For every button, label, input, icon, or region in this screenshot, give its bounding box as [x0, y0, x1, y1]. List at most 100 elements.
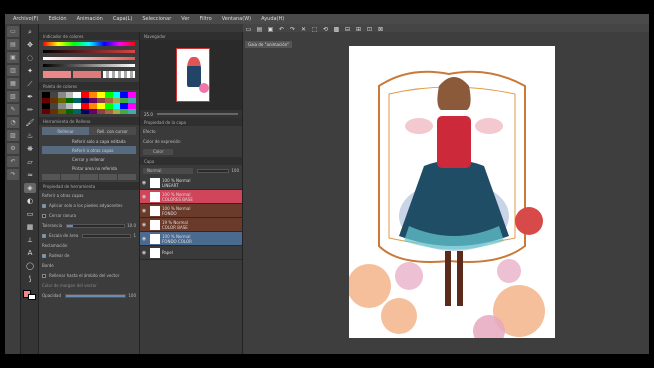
layer-row[interactable]: ◉ 100 % Normal FONDO COLOR — [140, 232, 242, 246]
menu-item[interactable]: Ayuda(H) — [256, 16, 289, 22]
color-swatch[interactable] — [81, 108, 89, 114]
grid-icon[interactable]: ▦ — [7, 78, 19, 89]
color-swatch[interactable] — [89, 108, 97, 114]
new-icon[interactable]: ▭ — [7, 26, 19, 37]
slider-g[interactable] — [43, 57, 135, 60]
color-swatch[interactable] — [120, 108, 129, 114]
eye-icon[interactable]: ◉ — [140, 222, 148, 228]
gradient-tool-icon[interactable]: ◐ — [24, 196, 36, 206]
menu-item[interactable]: Capa(L) — [108, 16, 137, 22]
canvas-paper[interactable] — [349, 46, 555, 338]
fill-option[interactable]: Referir a otras capas — [42, 146, 136, 154]
settings-icon[interactable]: ⚙ — [7, 143, 19, 154]
color-swatch[interactable] — [96, 108, 105, 114]
lasso-tool-icon[interactable]: ◌ — [24, 53, 36, 63]
color-set[interactable] — [42, 92, 136, 114]
menu-item[interactable]: Ver — [176, 16, 194, 22]
balloon-tool-icon[interactable]: ◯ — [24, 261, 36, 271]
hue-bar[interactable] — [43, 42, 135, 46]
vector-fill-row[interactable]: Rellenar hasta el ámbito del vector — [42, 271, 136, 280]
tab-fill[interactable]: Rellenar — [42, 127, 89, 135]
color-swatch[interactable] — [104, 108, 113, 114]
eye-icon[interactable]: ◉ — [140, 180, 148, 186]
pen-tool-icon[interactable]: ✒ — [24, 92, 36, 102]
layer-row[interactable]: ◉ 19 % Normal COLOR BASE — [140, 218, 242, 232]
correct-tool-icon[interactable]: ⟆ — [24, 274, 36, 284]
layer-row[interactable]: ◉ 100 % Normal LINEART — [140, 176, 242, 190]
zoom-icon[interactable]: ◔ — [7, 117, 19, 128]
slider-r[interactable] — [43, 50, 135, 53]
swatch-header: Paleta de colores — [39, 82, 139, 90]
move-tool-icon[interactable]: ✥ — [24, 40, 36, 50]
color-sliders[interactable] — [43, 42, 135, 80]
color-swatch[interactable] — [42, 108, 50, 114]
menu-item[interactable]: Ventana(W) — [217, 16, 256, 22]
layer-row[interactable]: ◉ Papel — [140, 246, 242, 260]
brush-icon[interactable]: ✎ — [7, 104, 19, 115]
text-tool-icon[interactable]: A — [24, 248, 36, 258]
slider-b[interactable] — [43, 64, 135, 67]
main-color[interactable] — [43, 71, 71, 78]
eye-icon[interactable]: ◉ — [140, 208, 148, 214]
airbrush-tool-icon[interactable]: ♨ — [24, 131, 36, 141]
color-swatch[interactable] — [73, 108, 82, 114]
zoom-tool-icon[interactable]: ⌕ — [24, 27, 36, 37]
open-icon[interactable]: ▤ — [7, 39, 19, 50]
eye-icon[interactable]: ◉ — [140, 236, 148, 242]
color-swatch[interactable] — [49, 108, 58, 114]
reclaim-row[interactable]: Reclamación — [42, 241, 136, 250]
color-swatch[interactable] — [112, 108, 121, 114]
tolerance-row[interactable]: Tolerancia 10.0 — [42, 221, 136, 230]
opacity-row[interactable]: Opacidad 100 — [42, 291, 136, 300]
adjacent-row[interactable]: Aplicar solo a los pixeles adyacentes — [42, 201, 136, 210]
export-icon[interactable]: ▨ — [7, 130, 19, 141]
fill-option[interactable]: Referir solo a capa editada — [42, 137, 136, 145]
canvas-area[interactable]: Gaia de "animación" — [243, 32, 649, 354]
blend-tool-icon[interactable]: ≈ — [24, 170, 36, 180]
fill-option[interactable]: Cerrar y rellenar — [42, 155, 136, 163]
figure-tool-icon[interactable]: ▭ — [24, 209, 36, 219]
eye-icon[interactable]: ◉ — [140, 250, 148, 256]
menu-item[interactable]: Archivo(F) — [8, 16, 43, 22]
layer-row[interactable]: ◉ 100 % Normal FONDO — [140, 204, 242, 218]
canvas-tab[interactable]: Gaia de "animación" — [245, 41, 293, 48]
navigator-preview[interactable] — [140, 40, 242, 110]
expression-select[interactable]: Color — [143, 147, 239, 156]
tab-paint-cursor[interactable]: Rell. con cursor — [89, 127, 136, 135]
menu-item[interactable]: Seleccionar — [137, 16, 176, 22]
layer-icon[interactable]: ▥ — [7, 65, 19, 76]
fill-tool-icon[interactable]: ◈ — [24, 183, 36, 193]
area-scale-row[interactable]: Escala de área 1 — [42, 231, 136, 240]
color-swatch[interactable] — [128, 108, 136, 114]
close-gap-row[interactable]: Cerrar ranura — [42, 211, 136, 220]
menu-item[interactable]: Animación — [72, 16, 108, 22]
pencil-tool-icon[interactable]: ✏ — [24, 105, 36, 115]
brush-tool-icon[interactable]: 🖌 — [24, 118, 36, 128]
color-swatch-main[interactable] — [23, 290, 36, 300]
fill-option[interactable]: Pintar area no referida — [42, 164, 136, 172]
wand-tool-icon[interactable]: ✦ — [24, 66, 36, 76]
color-swatch[interactable] — [65, 108, 74, 114]
eye-icon[interactable]: ◉ — [140, 194, 148, 200]
edge-row[interactable]: Borde — [42, 261, 136, 270]
redo-icon[interactable]: ↷ — [7, 169, 19, 180]
ruler-tool-icon[interactable]: ⟂ — [24, 235, 36, 245]
sub-color[interactable] — [73, 71, 101, 78]
navigator-zoom-bar[interactable]: 25.0 — [140, 110, 242, 118]
vector-margin-row: Color de margen del vector — [42, 283, 97, 288]
color-swatch[interactable] — [57, 108, 66, 114]
menu-item[interactable]: Edición — [43, 16, 71, 22]
fill-swatches[interactable] — [42, 174, 136, 180]
image-icon[interactable]: ▧ — [7, 91, 19, 102]
blend-mode-row[interactable]: Normal 100 — [143, 166, 239, 175]
undo-icon[interactable]: ↶ — [7, 156, 19, 167]
eraser-tool-icon[interactable]: ▱ — [24, 157, 36, 167]
layer-row[interactable]: ◉ 100 % Normal COLORES BASE — [140, 190, 242, 204]
transparent-color[interactable] — [103, 71, 135, 78]
surround-row[interactable]: Rodear de — [42, 251, 136, 260]
eyedropper-icon[interactable]: ⟋ — [24, 79, 36, 89]
save-icon[interactable]: ▣ — [7, 52, 19, 63]
decoration-tool-icon[interactable]: ❋ — [24, 144, 36, 154]
frame-tool-icon[interactable]: ▦ — [24, 222, 36, 232]
menu-item[interactable]: Filtro — [194, 16, 216, 22]
